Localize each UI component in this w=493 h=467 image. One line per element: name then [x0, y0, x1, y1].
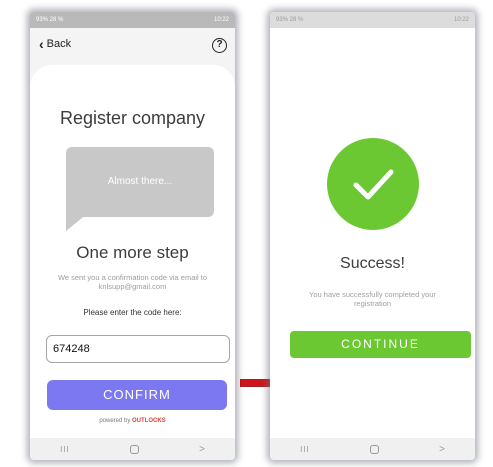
back-label: Back [46, 38, 72, 50]
nav-recent-icon[interactable]: III [60, 445, 70, 454]
status-left: 93% 28 % [36, 17, 64, 23]
status-time: 10:22 [453, 17, 469, 23]
back-button[interactable]: ‹ Back [39, 36, 72, 52]
brand-name[interactable]: OUTLOCKS [132, 418, 166, 424]
code-prompt: Please enter the code here: [83, 308, 182, 317]
android-nav-bar: III > [270, 438, 475, 460]
status-time: 10:22 [213, 17, 229, 23]
step-title: One more step [76, 243, 189, 262]
powered-by: powered by OUTLOCKS [30, 418, 235, 424]
nav-home-icon[interactable] [129, 444, 139, 454]
register-card: Register company Almost there... One mor… [30, 65, 235, 445]
status-bar: 93% 28 % 10:22 [270, 12, 475, 28]
confirmation-code-input[interactable] [46, 335, 230, 363]
status-bar: 93% 28 % 10:22 [30, 12, 235, 28]
continue-button[interactable]: CONTINUE [290, 331, 471, 358]
speech-bubble: Almost there... [66, 147, 214, 217]
android-nav-bar: III > [30, 438, 235, 460]
nav-recent-icon[interactable]: III [300, 445, 310, 454]
success-title: Success! [340, 255, 405, 272]
register-screen: 93% 28 % 10:22 ‹ Back ? Register company… [30, 12, 235, 460]
nav-back-icon[interactable]: > [199, 444, 205, 455]
status-left: 93% 28 % [276, 17, 304, 23]
confirmation-info: We sent you a confirmation code via emai… [57, 273, 208, 291]
success-screen: 93% 28 % 10:22 Success! You have success… [270, 12, 475, 460]
page-title: Register company [59, 108, 206, 128]
speech-bubble-tail [66, 213, 88, 231]
nav-back-icon[interactable]: > [439, 444, 445, 455]
checkmark-icon [353, 169, 394, 200]
back-chevron-icon: ‹ [39, 36, 44, 52]
help-icon[interactable]: ? [212, 38, 227, 53]
success-badge [327, 138, 419, 230]
success-message: You have successfully completed your reg… [309, 290, 436, 308]
confirm-button[interactable]: CONFIRM [47, 380, 227, 410]
nav-home-icon[interactable] [369, 444, 379, 454]
success-panel [270, 28, 475, 438]
powered-prefix: powered by [99, 418, 131, 424]
